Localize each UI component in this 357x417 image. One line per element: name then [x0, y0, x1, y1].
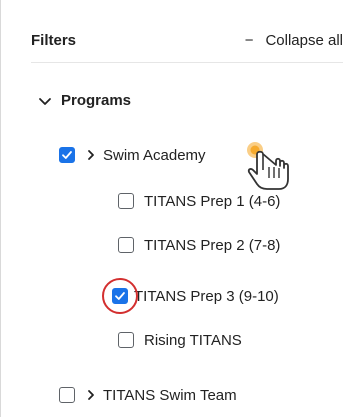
- minus-icon: −: [244, 32, 254, 49]
- filters-title: Filters: [31, 32, 77, 49]
- filters-header: Filters − Collapse all: [31, 22, 343, 63]
- swim-academy-checkbox[interactable]: [59, 147, 75, 163]
- checkmark-icon: [62, 151, 72, 159]
- programs-group-toggle[interactable]: Programs: [37, 92, 131, 109]
- titans-swim-team-label[interactable]: TITANS Swim Team: [103, 387, 237, 404]
- collapse-all-label: Collapse all: [265, 32, 343, 49]
- filter-item-swim-academy: Swim Academy: [59, 144, 206, 166]
- titans-prep-3-label[interactable]: TITANS Prep 3 (9-10): [134, 288, 279, 305]
- titans-swim-team-checkbox[interactable]: [59, 387, 75, 403]
- chevron-down-icon: [39, 97, 51, 105]
- programs-group-label: Programs: [61, 92, 132, 109]
- chevron-right-icon[interactable]: [85, 389, 97, 401]
- checkmark-icon: [115, 292, 125, 300]
- chevron-right-icon[interactable]: [85, 149, 97, 161]
- filter-item-titans-prep-1: TITANS Prep 1 (4-6): [118, 190, 280, 212]
- swim-academy-label[interactable]: Swim Academy: [103, 147, 206, 164]
- filters-panel: Filters − Collapse all Programs Swim Aca…: [0, 0, 357, 417]
- collapse-all-button[interactable]: − Collapse all: [245, 32, 343, 49]
- rising-titans-label[interactable]: Rising TITANS: [144, 332, 242, 349]
- filter-item-titans-prep-2: TITANS Prep 2 (7-8): [118, 234, 280, 256]
- titans-prep-1-checkbox[interactable]: [118, 193, 134, 209]
- filter-item-titans-prep-3: TITANS Prep 3 (9-10): [112, 285, 279, 307]
- filter-item-titans-swim-team: TITANS Swim Team: [59, 384, 237, 406]
- titans-prep-2-checkbox[interactable]: [118, 237, 134, 253]
- titans-prep-3-checkbox[interactable]: [112, 288, 128, 304]
- rising-titans-checkbox[interactable]: [118, 332, 134, 348]
- titans-prep-2-label[interactable]: TITANS Prep 2 (7-8): [144, 237, 280, 254]
- hand-cursor-icon: [247, 142, 289, 190]
- filter-item-rising-titans: Rising TITANS: [118, 329, 242, 351]
- titans-prep-1-label[interactable]: TITANS Prep 1 (4-6): [144, 193, 280, 210]
